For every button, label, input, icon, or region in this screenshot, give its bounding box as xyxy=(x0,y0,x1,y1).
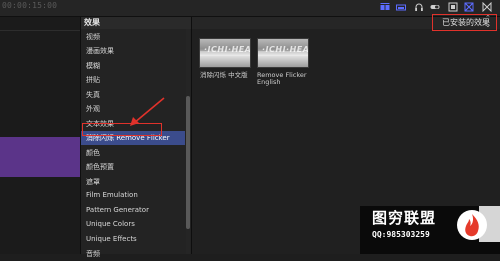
effect-thumbnail-cn[interactable]: ·ICHI·HEAD xyxy=(199,38,251,68)
bowtie-icon[interactable] xyxy=(482,2,492,12)
effect-thumbnail-en[interactable]: ·ICHI·HEAD xyxy=(257,38,309,68)
category-item[interactable]: 颜色预置 xyxy=(81,160,185,175)
category-item[interactable]: Unique Colors xyxy=(81,218,185,233)
annotation-arrow-icon xyxy=(120,95,170,130)
category-label: 拼贴 xyxy=(86,75,100,85)
installed-effects-label: 已安装的效果 xyxy=(442,17,490,28)
category-item[interactable]: 模糊 xyxy=(81,58,185,73)
watermark-title: 图穷联盟 xyxy=(372,207,436,228)
category-item[interactable]: 颜色 xyxy=(81,145,185,160)
watermark-qq: QQ:985303259 xyxy=(372,230,430,239)
top-toolbar xyxy=(0,0,500,16)
headphones-icon[interactable] xyxy=(414,2,424,12)
category-label: 音频 xyxy=(86,249,100,259)
timeline-track-divider xyxy=(0,30,80,31)
category-label: 遮罩 xyxy=(86,177,100,187)
category-item[interactable]: 遮罩 xyxy=(81,174,185,189)
category-label: 失真 xyxy=(86,90,100,100)
thumbnail-watermark-image: ·ICHI·HEAD xyxy=(204,45,251,54)
snapping-toggle-icon[interactable] xyxy=(430,2,440,12)
timeline-clip[interactable] xyxy=(0,137,80,177)
category-label: Pattern Generator xyxy=(86,206,149,214)
category-label: Unique Effects xyxy=(86,235,137,243)
category-label: 漫画效果 xyxy=(86,46,114,56)
timeline-area[interactable] xyxy=(0,17,80,254)
category-label: 颜色 xyxy=(86,148,100,158)
effects-browser-icon[interactable] xyxy=(448,2,458,12)
category-label: 颜色预置 xyxy=(86,162,114,172)
timecode-readout: 00:00:15:00 xyxy=(2,1,57,10)
transitions-browser-icon[interactable] xyxy=(464,2,474,12)
category-item[interactable]: Unique Effects xyxy=(81,232,185,247)
category-item[interactable]: 拼贴 xyxy=(81,73,185,88)
effects-panel-title: 效果 xyxy=(84,17,100,28)
category-label: Unique Colors xyxy=(86,220,135,228)
category-label: 模糊 xyxy=(86,61,100,71)
chevron-updown-icon: ⌃⌄ xyxy=(485,15,491,29)
category-item[interactable]: 视频 xyxy=(81,29,185,44)
category-label: 视频 xyxy=(86,32,100,42)
category-item[interactable]: Film Emulation xyxy=(81,189,185,204)
category-label: 外观 xyxy=(86,104,100,114)
category-item[interactable]: 漫画效果 xyxy=(81,44,185,59)
category-scrollbar-thumb[interactable] xyxy=(186,96,190,229)
clip-skimming-icon[interactable] xyxy=(396,2,406,12)
watermark-logo-icon xyxy=(452,205,492,245)
effect-label: 消除闪烁 中文版 xyxy=(200,71,248,79)
category-item[interactable]: Pattern Generator xyxy=(81,203,185,218)
category-label: Film Emulation xyxy=(86,191,138,199)
effect-label-line2: English xyxy=(257,78,280,86)
thumbnail-watermark-image: ·ICHI·HEAD xyxy=(262,45,309,54)
clip-appearance-icon[interactable] xyxy=(380,2,390,12)
